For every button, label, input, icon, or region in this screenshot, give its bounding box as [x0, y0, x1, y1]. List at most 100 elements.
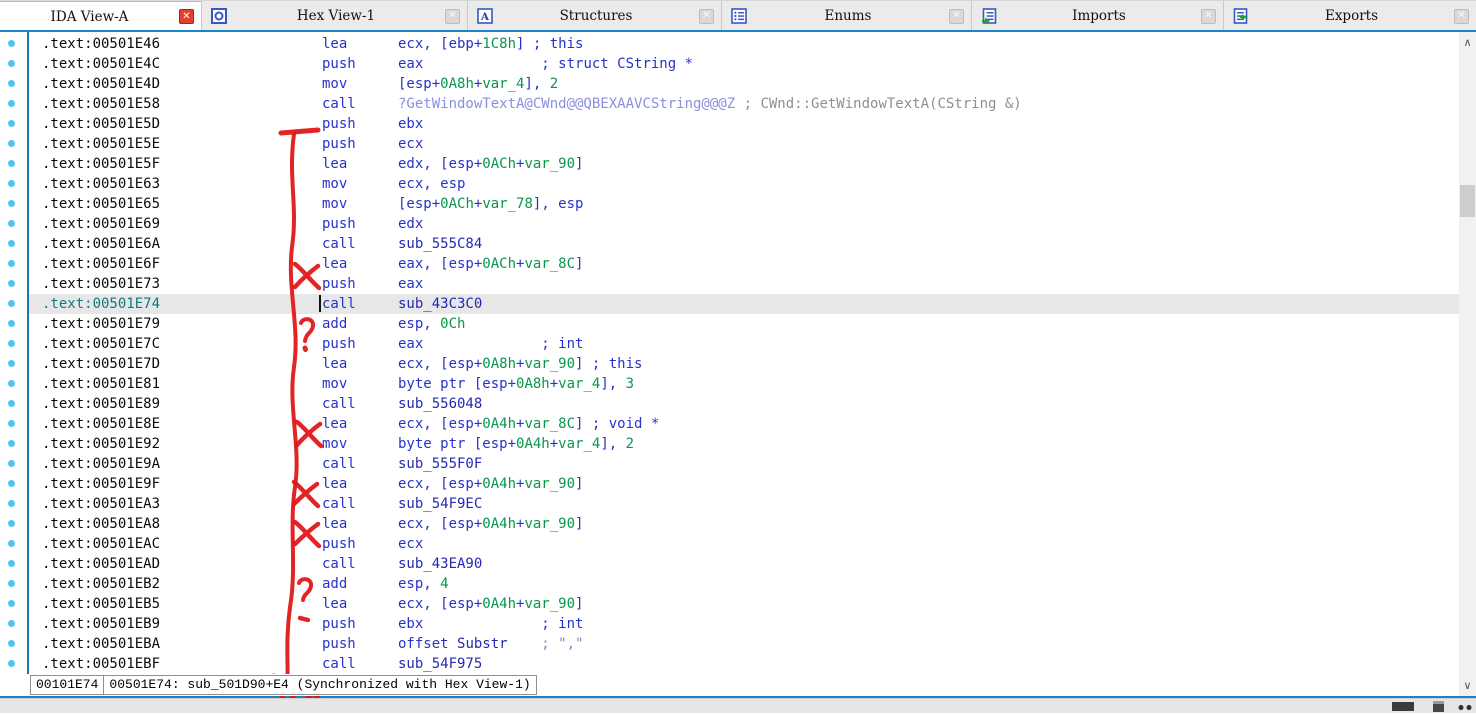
instruction-dot — [8, 340, 15, 347]
disasm-line[interactable]: .text:00501E81movbyte ptr [esp+0A8h+var_… — [29, 374, 1459, 394]
close-icon[interactable]: ✕ — [179, 9, 194, 24]
disasm-line[interactable]: .text:00501E74callsub_43C3C0 — [29, 294, 1459, 314]
disasm-line[interactable]: .text:00501EB2addesp, 4 — [29, 574, 1459, 594]
disasm-line[interactable]: .text:00501E4Dmov[esp+0A8h+var_4], 2 — [29, 74, 1459, 94]
disasm-line[interactable]: .text:00501EBFcallsub_54F975 — [29, 654, 1459, 674]
line-mnemonic: lea — [322, 474, 347, 494]
line-operands: eax ; struct CString * — [398, 54, 693, 74]
instruction-dot — [8, 180, 15, 187]
disasm-line[interactable]: .text:00501EA8leaecx, [esp+0A4h+var_90] — [29, 514, 1459, 534]
disasm-line[interactable]: .text:00501E92movbyte ptr [esp+0A4h+var_… — [29, 434, 1459, 454]
instruction-dot — [8, 500, 15, 507]
line-address: .text:00501EAD — [42, 554, 160, 574]
line-mnemonic: push — [322, 614, 356, 634]
close-icon[interactable]: ✕ — [1454, 9, 1469, 24]
scroll-down-icon[interactable]: ∨ — [1459, 677, 1476, 694]
taskbar-icon-dots[interactable] — [1458, 705, 1472, 710]
disasm-line[interactable]: .text:00501E63movecx, esp — [29, 174, 1459, 194]
line-operands: ecx, [esp+0A4h+var_90] — [398, 514, 583, 534]
line-mnemonic: call — [322, 94, 356, 114]
line-mnemonic: add — [322, 574, 347, 594]
line-mnemonic: mov — [322, 194, 347, 214]
close-icon[interactable]: ✕ — [699, 9, 714, 24]
line-mnemonic: push — [322, 134, 356, 154]
line-mnemonic: call — [322, 394, 356, 414]
disasm-line[interactable]: .text:00501EA3callsub_54F9EC — [29, 494, 1459, 514]
disasm-line[interactable]: .text:00501E7Dleaecx, [esp+0A8h+var_90] … — [29, 354, 1459, 374]
disasm-line[interactable]: .text:00501E69pushedx — [29, 214, 1459, 234]
disasm-line[interactable]: .text:00501EBApushoffset Substr ; "," — [29, 634, 1459, 654]
tab-structures[interactable]: A Structures ✕ — [468, 1, 722, 31]
disasm-line[interactable]: .text:00501E6Fleaeax, [esp+0ACh+var_8C] — [29, 254, 1459, 274]
line-mnemonic: mov — [322, 374, 347, 394]
instruction-dot — [8, 160, 15, 167]
instruction-dot — [8, 80, 15, 87]
disasm-line[interactable]: .text:00501EACpushecx — [29, 534, 1459, 554]
scroll-up-icon[interactable]: ∧ — [1459, 34, 1476, 51]
disassembly-listing[interactable]: .text:00501E46leaecx, [ebp+1C8h] ; this.… — [29, 34, 1459, 674]
instruction-dot — [8, 460, 15, 467]
disasm-line[interactable]: .text:00501E9Acallsub_555F0F — [29, 454, 1459, 474]
disasm-line[interactable]: .text:00501E7Cpusheax ; int — [29, 334, 1459, 354]
line-operands: ecx, [esp+0A4h+var_8C] ; void * — [398, 414, 659, 434]
tab-exports[interactable]: Exports ✕ — [1224, 1, 1476, 31]
line-operands: esp, 4 — [398, 574, 449, 594]
taskbar-icon-wide[interactable] — [1392, 702, 1414, 711]
line-mnemonic: call — [322, 234, 356, 254]
tab-label: Hex View-1 — [227, 8, 445, 24]
disasm-line[interactable]: .text:00501EB5leaecx, [esp+0A4h+var_90] — [29, 594, 1459, 614]
disasm-line[interactable]: .text:00501E46leaecx, [ebp+1C8h] ; this — [29, 34, 1459, 54]
line-operands: [esp+0A8h+var_4], 2 — [398, 74, 558, 94]
line-address: .text:00501EA3 — [42, 494, 160, 514]
disasm-line[interactable]: .text:00501E4Cpusheax ; struct CString * — [29, 54, 1459, 74]
breakpoint-dot-gutter — [0, 32, 27, 696]
disasm-line[interactable]: .text:00501E58 call ?GetWindowTextA@CWnd@@… — [29, 94, 1459, 114]
tab-imports[interactable]: Imports ✕ — [972, 1, 1224, 31]
close-icon[interactable]: ✕ — [445, 9, 460, 24]
disasm-line[interactable]: .text:00501E65mov[esp+0ACh+var_78], esp — [29, 194, 1459, 214]
tab-label: Exports — [1249, 8, 1454, 24]
disasm-line[interactable]: .text:00501E6Acallsub_555C84 — [29, 234, 1459, 254]
disasm-line[interactable]: .text:00501E79addesp, 0Ch — [29, 314, 1459, 334]
disasm-line[interactable]: .text:00501E5Dpushebx — [29, 114, 1459, 134]
instruction-dot — [8, 600, 15, 607]
line-mnemonic: lea — [322, 594, 347, 614]
line-address: .text:00501E58 — [42, 94, 160, 114]
disasm-line[interactable]: .text:00501E5Epushecx — [29, 134, 1459, 154]
line-operands: sub_54F975 — [398, 654, 482, 674]
line-address: .text:00501E74 — [42, 294, 160, 314]
line-address: .text:00501E73 — [42, 274, 160, 294]
line-operands: offset Substr ; "," — [398, 634, 583, 654]
disasm-line[interactable]: .text:00501E8Eleaecx, [esp+0A4h+var_8C] … — [29, 414, 1459, 434]
instruction-dot — [8, 640, 15, 647]
disasm-line[interactable]: .text:00501EADcallsub_43EA90 — [29, 554, 1459, 574]
close-icon[interactable]: ✕ — [949, 9, 964, 24]
close-icon[interactable]: ✕ — [1201, 9, 1216, 24]
instruction-dot — [8, 100, 15, 107]
line-address: .text:00501E9A — [42, 454, 160, 474]
line-mnemonic: lea — [322, 34, 347, 54]
taskbar-icon-window[interactable] — [1433, 701, 1444, 712]
line-operands: sub_555F0F — [398, 454, 482, 474]
disasm-line[interactable]: .text:00501E73pusheax — [29, 274, 1459, 294]
line-operands: edx, [esp+0ACh+var_90] — [398, 154, 583, 174]
line-address: .text:00501E92 — [42, 434, 160, 454]
line-operands: ecx — [398, 134, 423, 154]
line-mnemonic: call — [322, 554, 356, 574]
hex-view-icon — [211, 8, 227, 24]
line-address: .text:00501E63 — [42, 174, 160, 194]
disasm-line[interactable]: .text:00501E9Fleaecx, [esp+0A4h+var_90] — [29, 474, 1459, 494]
line-operands: ?GetWindowTextA@CWnd@@QBEXAAVCString@@@Z… — [398, 94, 1022, 114]
disasm-line[interactable]: .text:00501E89callsub_556048 — [29, 394, 1459, 414]
line-operands: byte ptr [esp+0A8h+var_4], 3 — [398, 374, 634, 394]
instruction-dot — [8, 520, 15, 527]
exports-icon — [1233, 8, 1249, 24]
tab-ida-view-a[interactable]: IDA View-A ✕ — [0, 1, 202, 31]
line-mnemonic: push — [322, 534, 356, 554]
disasm-line[interactable]: .text:00501E5Fleaedx, [esp+0ACh+var_90] — [29, 154, 1459, 174]
tab-enums[interactable]: Enums ✕ — [722, 1, 972, 31]
scrollbar-thumb[interactable] — [1460, 185, 1475, 217]
tab-hex-view-1[interactable]: Hex View-1 ✕ — [202, 1, 468, 31]
disasm-line[interactable]: .text:00501EB9pushebx ; int — [29, 614, 1459, 634]
vertical-scrollbar[interactable]: ∧ ∨ — [1459, 32, 1476, 696]
